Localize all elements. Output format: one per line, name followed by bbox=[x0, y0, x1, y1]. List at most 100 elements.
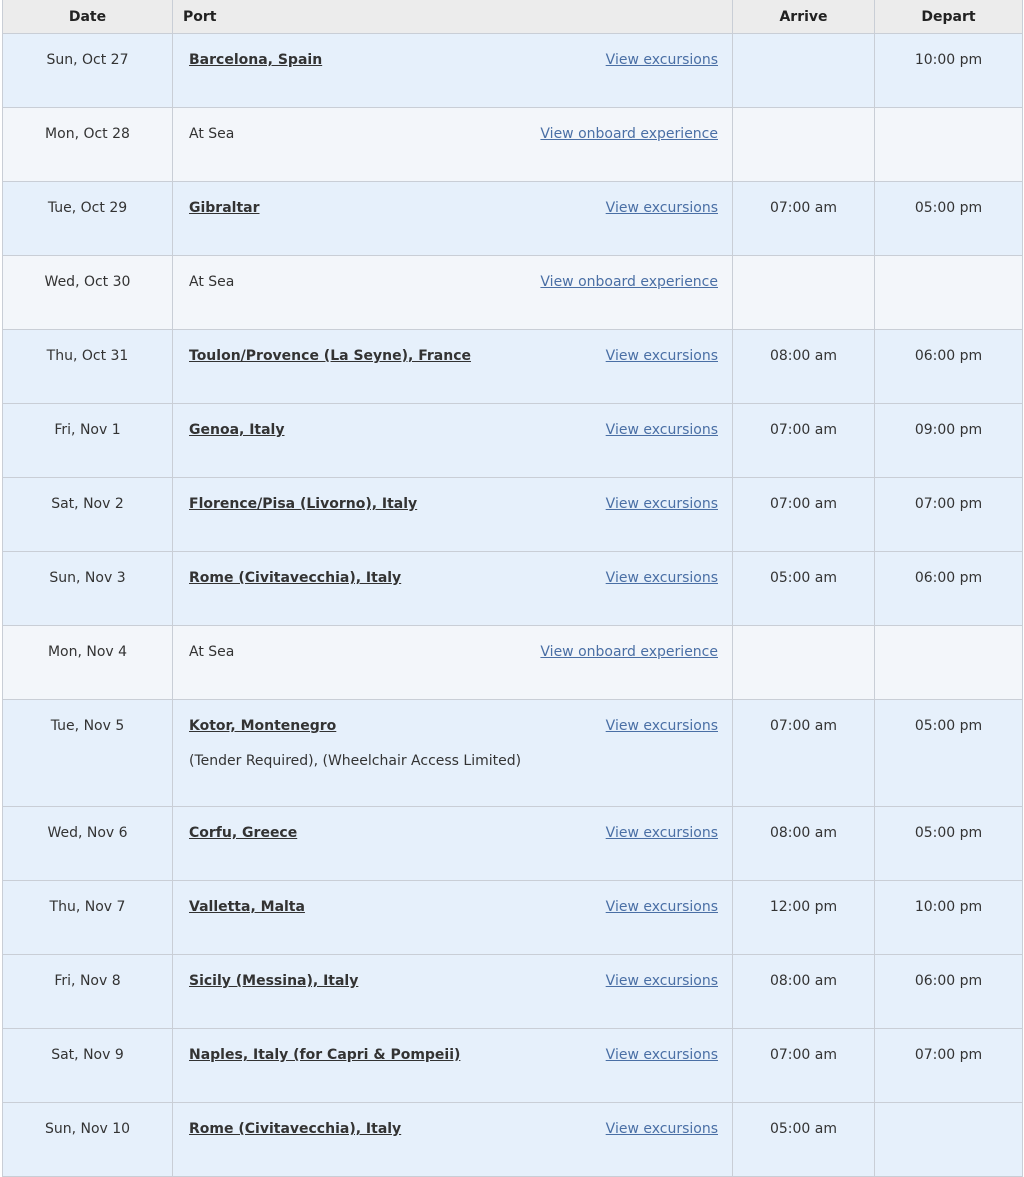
row-depart: 06:00 pm bbox=[874, 329, 1023, 404]
table-row: Sat, Nov 9 Naples, Italy (for Capri & Po… bbox=[2, 1028, 1023, 1103]
table-row: Sat, Nov 2 Florence/Pisa (Livorno), Ital… bbox=[2, 477, 1023, 552]
table-row: Sun, Oct 27 Barcelona, Spain View excurs… bbox=[2, 33, 1023, 108]
row-arrive: 08:00 am bbox=[732, 954, 875, 1029]
row-date: Sat, Nov 2 bbox=[2, 477, 173, 552]
row-depart bbox=[874, 255, 1023, 330]
port-link[interactable]: Rome (Civitavecchia), Italy bbox=[189, 1121, 401, 1137]
row-arrive: 05:00 am bbox=[732, 1102, 875, 1177]
port-link[interactable]: Naples, Italy (for Capri & Pompeii) bbox=[189, 1047, 460, 1063]
row-date: Sun, Nov 10 bbox=[2, 1102, 173, 1177]
row-date: Mon, Nov 4 bbox=[2, 625, 173, 700]
row-depart: 07:00 pm bbox=[874, 477, 1023, 552]
row-depart bbox=[874, 107, 1023, 182]
row-date: Sat, Nov 9 bbox=[2, 1028, 173, 1103]
row-arrive bbox=[732, 107, 875, 182]
row-port-cell: Rome (Civitavecchia), Italy View excursi… bbox=[172, 551, 733, 626]
table-row: Wed, Oct 30 At Sea View onboard experien… bbox=[2, 255, 1023, 330]
row-date: Wed, Nov 6 bbox=[2, 806, 173, 881]
row-depart: 06:00 pm bbox=[874, 954, 1023, 1029]
row-arrive: 07:00 am bbox=[732, 477, 875, 552]
row-date: Sun, Oct 27 bbox=[2, 33, 173, 108]
row-date: Tue, Nov 5 bbox=[2, 699, 173, 807]
view-excursions-link[interactable]: View excursions bbox=[606, 348, 718, 364]
row-date: Sun, Nov 3 bbox=[2, 551, 173, 626]
row-depart bbox=[874, 625, 1023, 700]
row-port-cell: Florence/Pisa (Livorno), Italy View excu… bbox=[172, 477, 733, 552]
port-link[interactable]: Gibraltar bbox=[189, 200, 260, 216]
row-date: Thu, Oct 31 bbox=[2, 329, 173, 404]
row-port-cell: Sicily (Messina), Italy View excursions bbox=[172, 954, 733, 1029]
port-note: (Tender Required), (Wheelchair Access Li… bbox=[189, 753, 522, 769]
view-excursions-link[interactable]: View excursions bbox=[606, 973, 718, 989]
row-port-cell: Genoa, Italy View excursions bbox=[172, 403, 733, 478]
row-depart: 05:00 pm bbox=[874, 181, 1023, 256]
at-sea-label: At Sea bbox=[189, 126, 235, 142]
view-excursions-link[interactable]: View excursions bbox=[606, 422, 718, 438]
port-link[interactable]: Barcelona, Spain bbox=[189, 52, 322, 68]
port-link[interactable]: Sicily (Messina), Italy bbox=[189, 973, 358, 989]
row-depart: 05:00 pm bbox=[874, 699, 1023, 807]
port-link[interactable]: Kotor, Montenegro bbox=[189, 718, 336, 734]
header-port: Port bbox=[172, 0, 733, 34]
at-sea-label: At Sea bbox=[189, 274, 235, 290]
row-date: Fri, Nov 1 bbox=[2, 403, 173, 478]
row-arrive bbox=[732, 255, 875, 330]
row-port-cell: At Sea View onboard experience bbox=[172, 255, 733, 330]
view-onboard-experience-link[interactable]: View onboard experience bbox=[540, 274, 718, 290]
view-excursions-link[interactable]: View excursions bbox=[606, 718, 718, 734]
header-date: Date bbox=[2, 0, 173, 34]
row-date: Fri, Nov 8 bbox=[2, 954, 173, 1029]
row-date: Wed, Oct 30 bbox=[2, 255, 173, 330]
row-port-cell: At Sea View onboard experience bbox=[172, 625, 733, 700]
itinerary-table: Date Port Arrive Depart Sun, Oct 27 Barc… bbox=[2, 0, 1023, 1177]
port-link[interactable]: Corfu, Greece bbox=[189, 825, 297, 841]
port-link[interactable]: Rome (Civitavecchia), Italy bbox=[189, 570, 401, 586]
row-depart: 06:00 pm bbox=[874, 551, 1023, 626]
table-row: Mon, Nov 4 At Sea View onboard experienc… bbox=[2, 625, 1023, 700]
row-depart: 05:00 pm bbox=[874, 806, 1023, 881]
table-row: Thu, Nov 7 Valletta, Malta View excursio… bbox=[2, 880, 1023, 955]
port-link[interactable]: Valletta, Malta bbox=[189, 899, 305, 915]
table-row: Tue, Oct 29 Gibraltar View excursions 07… bbox=[2, 181, 1023, 256]
row-depart: 09:00 pm bbox=[874, 403, 1023, 478]
port-link[interactable]: Genoa, Italy bbox=[189, 422, 284, 438]
view-excursions-link[interactable]: View excursions bbox=[606, 496, 718, 512]
row-arrive: 07:00 am bbox=[732, 181, 875, 256]
row-port-cell: At Sea View onboard experience bbox=[172, 107, 733, 182]
view-excursions-link[interactable]: View excursions bbox=[606, 1121, 718, 1137]
row-depart: 07:00 pm bbox=[874, 1028, 1023, 1103]
row-port-cell: Toulon/Provence (La Seyne), France View … bbox=[172, 329, 733, 404]
table-row: Wed, Nov 6 Corfu, Greece View excursions… bbox=[2, 806, 1023, 881]
port-link[interactable]: Toulon/Provence (La Seyne), France bbox=[189, 348, 471, 364]
row-port-cell: Gibraltar View excursions bbox=[172, 181, 733, 256]
table-row: Sun, Nov 3 Rome (Civitavecchia), Italy V… bbox=[2, 551, 1023, 626]
row-depart: 10:00 pm bbox=[874, 880, 1023, 955]
view-onboard-experience-link[interactable]: View onboard experience bbox=[540, 126, 718, 142]
view-excursions-link[interactable]: View excursions bbox=[606, 825, 718, 841]
header-row: Date Port Arrive Depart bbox=[2, 0, 1023, 34]
row-port-cell: Barcelona, Spain View excursions bbox=[172, 33, 733, 108]
row-arrive: 07:00 am bbox=[732, 699, 875, 807]
view-onboard-experience-link[interactable]: View onboard experience bbox=[540, 644, 718, 660]
header-depart: Depart bbox=[874, 0, 1023, 34]
row-arrive: 07:00 am bbox=[732, 403, 875, 478]
row-arrive: 05:00 am bbox=[732, 551, 875, 626]
row-port-cell: Naples, Italy (for Capri & Pompeii) View… bbox=[172, 1028, 733, 1103]
row-date: Mon, Oct 28 bbox=[2, 107, 173, 182]
row-depart: 10:00 pm bbox=[874, 33, 1023, 108]
port-link[interactable]: Florence/Pisa (Livorno), Italy bbox=[189, 496, 417, 512]
row-port-cell: Valletta, Malta View excursions bbox=[172, 880, 733, 955]
row-arrive bbox=[732, 33, 875, 108]
view-excursions-link[interactable]: View excursions bbox=[606, 200, 718, 216]
view-excursions-link[interactable]: View excursions bbox=[606, 52, 718, 68]
at-sea-label: At Sea bbox=[189, 644, 235, 660]
row-arrive: 12:00 pm bbox=[732, 880, 875, 955]
row-depart bbox=[874, 1102, 1023, 1177]
table-row: Tue, Nov 5 Kotor, Montenegro View excurs… bbox=[2, 699, 1023, 807]
table-row: Thu, Oct 31 Toulon/Provence (La Seyne), … bbox=[2, 329, 1023, 404]
view-excursions-link[interactable]: View excursions bbox=[606, 1047, 718, 1063]
table-row: Fri, Nov 8 Sicily (Messina), Italy View … bbox=[2, 954, 1023, 1029]
row-arrive: 07:00 am bbox=[732, 1028, 875, 1103]
view-excursions-link[interactable]: View excursions bbox=[606, 899, 718, 915]
view-excursions-link[interactable]: View excursions bbox=[606, 570, 718, 586]
